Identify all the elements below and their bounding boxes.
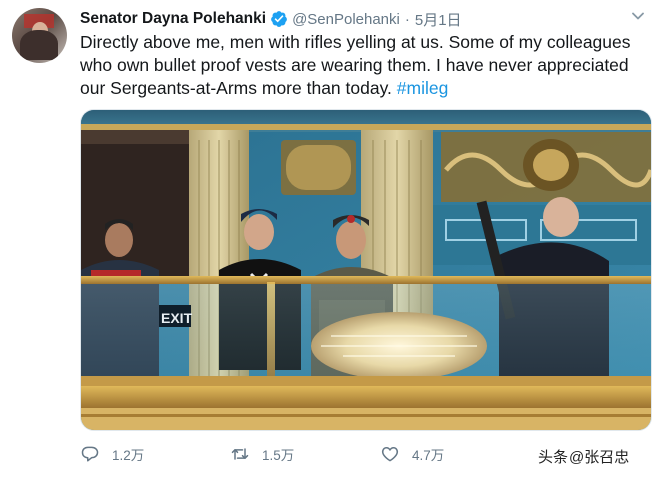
- hashtag-link[interactable]: #mileg: [397, 78, 449, 98]
- caret-down-icon[interactable]: [630, 8, 646, 24]
- photo-scene: EXIT: [81, 110, 651, 430]
- like-button[interactable]: 4.7万: [380, 444, 530, 464]
- like-icon: [381, 447, 399, 462]
- tweet-body: Directly above me, men with rifles yelli…: [80, 32, 631, 98]
- tweet-header: Senator Dayna Polehanki @SenPolehanki · …: [80, 8, 648, 30]
- tweet-text: Directly above me, men with rifles yelli…: [80, 31, 640, 100]
- reply-count: 1.2万: [112, 448, 145, 463]
- retweet-count: 1.5万: [262, 448, 295, 463]
- exit-sign-text: EXIT: [161, 310, 193, 326]
- retweet-button[interactable]: 1.5万: [230, 444, 380, 464]
- tweet-photo[interactable]: EXIT: [80, 109, 652, 431]
- verified-badge-icon: [270, 10, 288, 28]
- retweet-icon: [231, 448, 249, 460]
- separator-dot: ·: [404, 10, 410, 28]
- like-count: 4.7万: [412, 448, 445, 463]
- reply-button[interactable]: 1.2万: [80, 444, 230, 464]
- author-name[interactable]: Senator Dayna Polehanki: [80, 10, 266, 28]
- avatar[interactable]: [12, 8, 67, 63]
- reply-icon: [81, 446, 99, 462]
- tweet-card: Senator Dayna Polehanki @SenPolehanki · …: [0, 0, 660, 479]
- watermark-author: @张召忠: [569, 449, 630, 466]
- author-handle[interactable]: @SenPolehanki: [292, 11, 400, 28]
- watermark: 头条 @张召忠: [538, 446, 630, 467]
- watermark-source: 头条: [538, 449, 569, 466]
- tweet-date[interactable]: 5月1日: [415, 9, 462, 30]
